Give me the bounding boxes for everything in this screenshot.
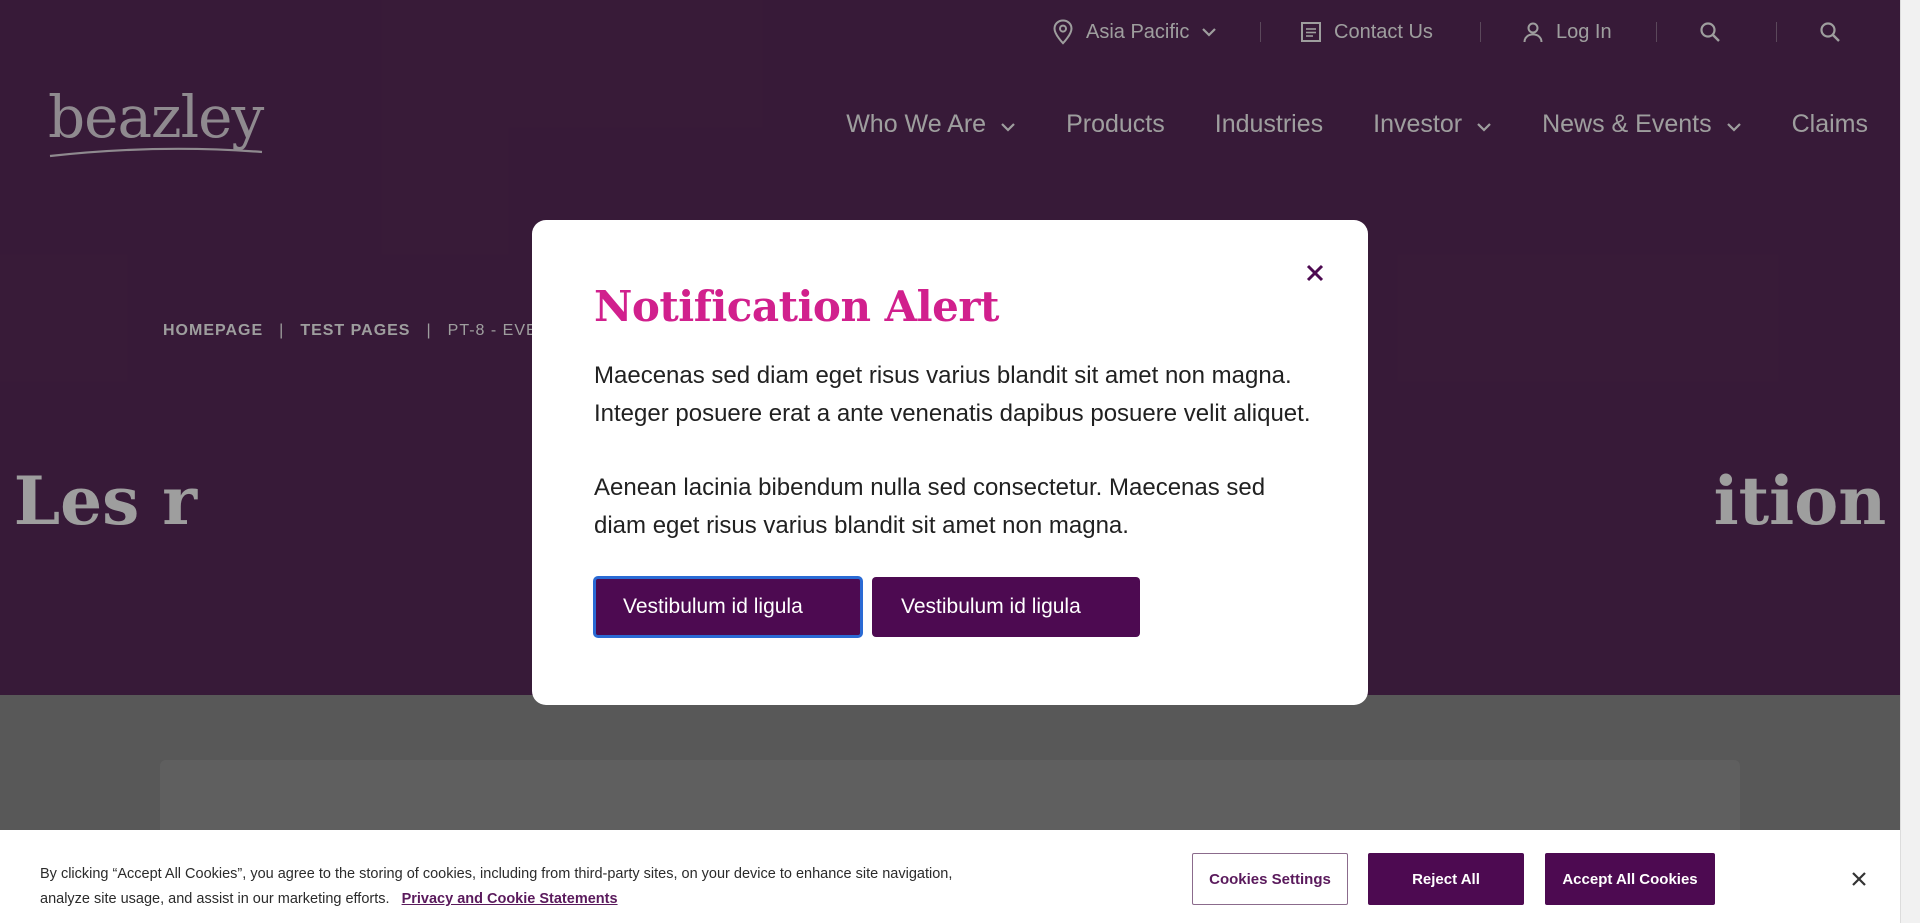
cookies-settings-button[interactable]: Cookies Settings bbox=[1192, 853, 1348, 905]
modal-actions: Vestibulum id ligula Vestibulum id ligul… bbox=[593, 576, 1306, 638]
modal-paragraph: Aenean lacinia bibendum nulla sed consec… bbox=[594, 474, 1266, 539]
cookie-banner: By clicking “Accept All Cookies”, you ag… bbox=[0, 830, 1900, 923]
accept-all-cookies-button[interactable]: Accept All Cookies bbox=[1545, 853, 1715, 905]
modal-primary-button[interactable]: Vestibulum id ligula bbox=[593, 576, 863, 638]
page-scrollbar[interactable] bbox=[1900, 0, 1920, 923]
cookie-text: By clicking “Accept All Cookies”, you ag… bbox=[40, 862, 980, 912]
close-icon bbox=[1851, 871, 1867, 892]
cookie-banner-close-button[interactable] bbox=[1846, 868, 1872, 894]
reject-all-button[interactable]: Reject All bbox=[1368, 853, 1524, 905]
modal-title: Notification Alert bbox=[594, 282, 999, 331]
notification-modal: Notification Alert Maecenas sed diam ege… bbox=[532, 220, 1368, 705]
modal-paragraph: Maecenas sed diam eget risus varius blan… bbox=[594, 362, 1311, 427]
close-icon bbox=[1305, 263, 1325, 288]
modal-close-button[interactable] bbox=[1300, 260, 1330, 290]
modal-secondary-button[interactable]: Vestibulum id ligula bbox=[872, 577, 1140, 637]
privacy-cookie-link[interactable]: Privacy and Cookie Statements bbox=[402, 891, 618, 907]
